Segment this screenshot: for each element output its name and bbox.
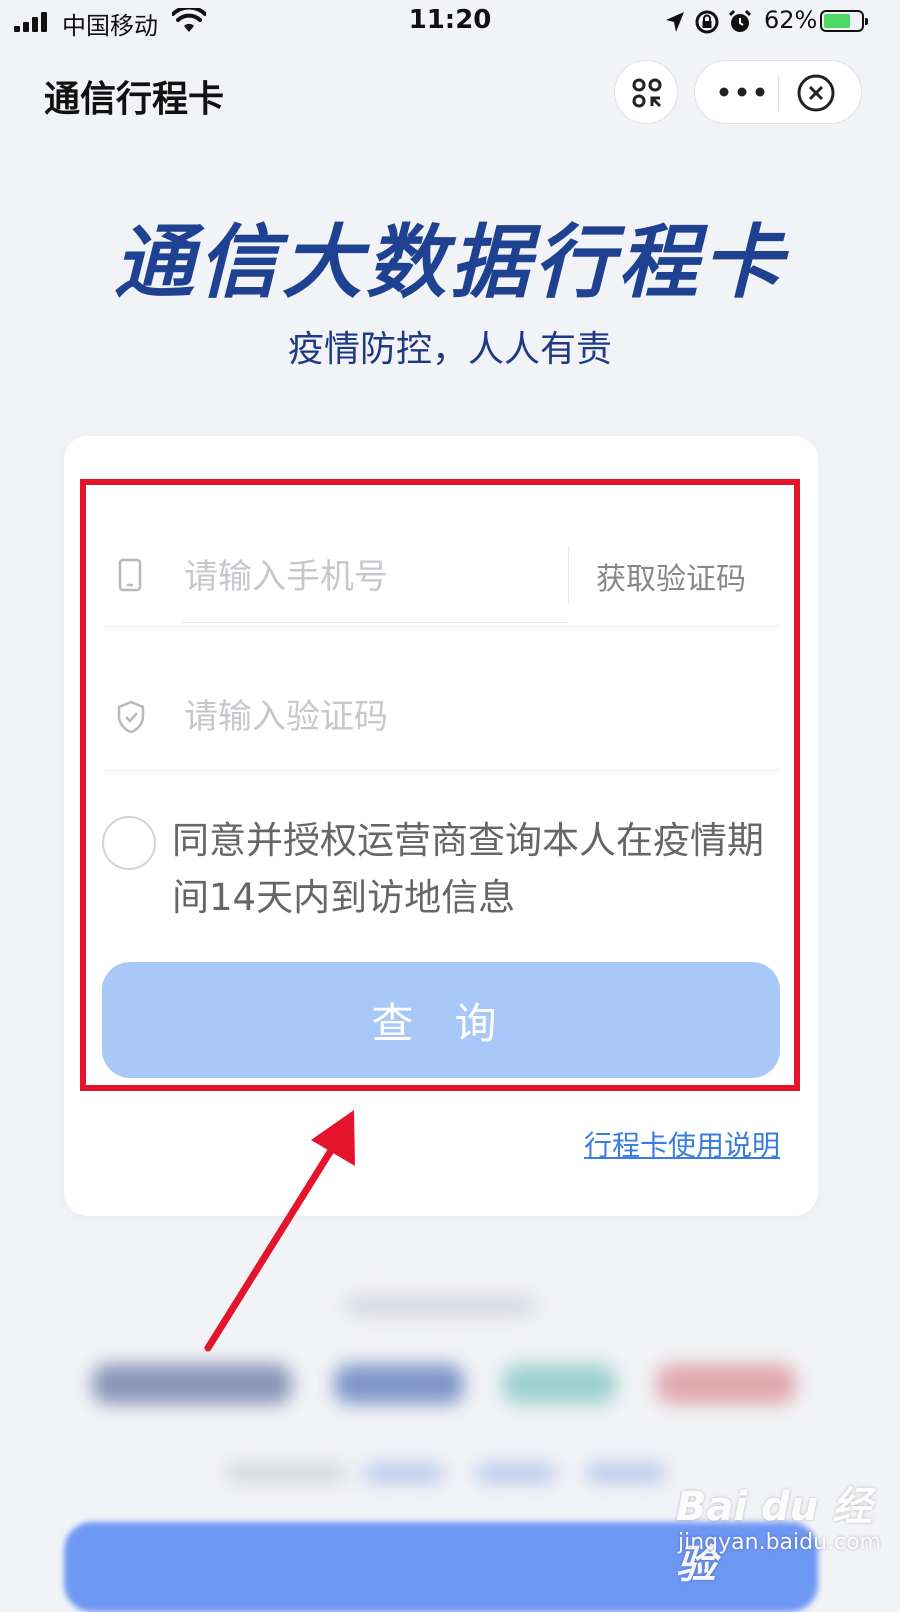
shield-icon bbox=[117, 700, 145, 734]
verification-code-input[interactable] bbox=[182, 676, 746, 758]
get-code-button[interactable]: 获取验证码 bbox=[596, 554, 746, 598]
row-divider bbox=[104, 626, 780, 627]
capsule-menu bbox=[694, 60, 862, 124]
phone-underline bbox=[182, 622, 568, 623]
agreement-text: 同意并授权运营商查询本人在疫情期间14天内到访地信息 bbox=[172, 819, 764, 919]
capsule-divider bbox=[778, 75, 779, 111]
query-button[interactable]: 查 询 bbox=[102, 962, 780, 1078]
alarm-icon bbox=[728, 9, 752, 32]
rotation-lock-icon bbox=[695, 10, 719, 34]
phone-input[interactable] bbox=[182, 536, 570, 618]
status-bar: 中国移动 11:20 62% bbox=[0, 0, 900, 46]
close-icon[interactable] bbox=[796, 73, 836, 113]
baidu-watermark: Bai du 经验 jingyan.baidu.com bbox=[676, 1474, 881, 1588]
agreement-checkbox[interactable] bbox=[102, 816, 156, 870]
input-divider bbox=[568, 546, 569, 604]
battery-percent: 62% bbox=[764, 6, 818, 34]
scan-icon bbox=[632, 78, 662, 108]
hero-subtitle: 疫情防控，人人有责 bbox=[287, 329, 612, 370]
more-icon[interactable] bbox=[715, 79, 769, 105]
phone-icon bbox=[118, 558, 142, 592]
location-icon bbox=[666, 12, 684, 32]
hero-title: 通信大数据行程卡 bbox=[114, 216, 786, 309]
page-title: 通信行程卡 bbox=[44, 79, 225, 120]
watermark-url: jingyan.baidu.com bbox=[678, 1530, 882, 1555]
row-divider bbox=[104, 770, 780, 771]
scan-button[interactable] bbox=[614, 60, 678, 124]
battery-charging-icon bbox=[820, 10, 868, 32]
help-link[interactable]: 行程卡使用说明 bbox=[584, 1124, 780, 1164]
